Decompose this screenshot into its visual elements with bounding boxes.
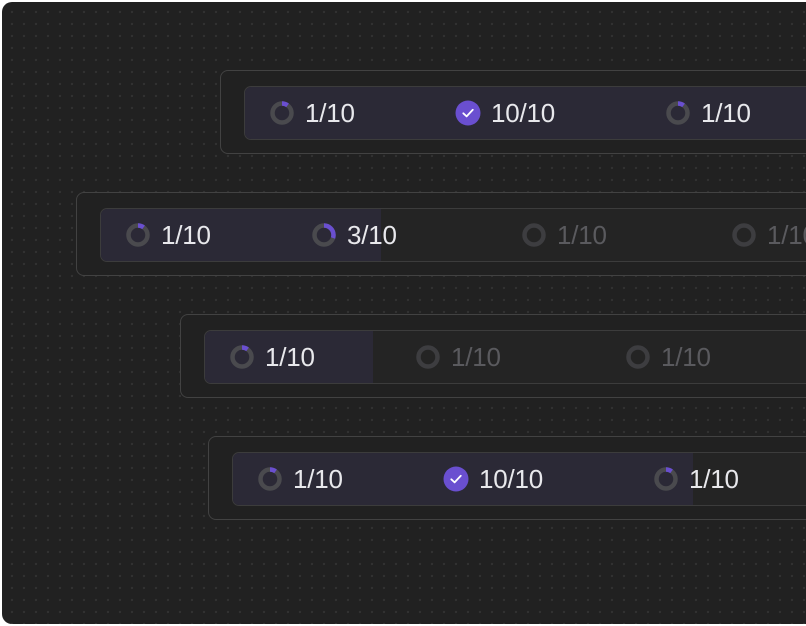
progress-step: 1/10 xyxy=(269,87,355,139)
step-count-label: 1/10 xyxy=(161,219,211,250)
progress-step: 1/10 xyxy=(521,209,607,261)
progress-ring-icon xyxy=(312,223,336,247)
progress-ring-icon xyxy=(258,467,282,491)
progress-step: 1/10 xyxy=(665,87,751,139)
progress-step: 1/10 xyxy=(731,209,806,261)
progress-track: 1/10 1/10 1/10 xyxy=(204,330,806,384)
check-circle-icon xyxy=(455,100,481,126)
progress-ring-icon xyxy=(522,223,546,247)
progress-card: 1/10 3/10 1/10 1/10 xyxy=(76,192,806,276)
step-count-label: 1/10 xyxy=(689,463,739,494)
progress-ring-icon xyxy=(732,223,756,247)
check-circle-icon xyxy=(443,466,469,492)
progress-step: 10/10 xyxy=(455,87,555,139)
progress-track: 1/10 10/10 1/10 xyxy=(244,86,806,140)
progress-step: 1/10 xyxy=(415,331,501,383)
step-count-label: 3/10 xyxy=(347,219,397,250)
progress-card: 1/10 1/10 1/10 xyxy=(180,314,806,398)
step-count-label: 1/10 xyxy=(451,341,501,372)
canvas-background: 1/1010/101/10 1/103/101/101/10 1/101/101… xyxy=(2,2,806,624)
progress-ring-icon xyxy=(626,345,650,369)
progress-step: 3/10 xyxy=(311,209,397,261)
progress-step: 10/10 xyxy=(443,453,543,505)
step-count-label: 1/10 xyxy=(701,97,751,128)
step-count-label: 1/10 xyxy=(293,463,343,494)
progress-step: 1/10 xyxy=(653,453,739,505)
step-count-label: 1/10 xyxy=(265,341,315,372)
progress-track: 1/10 10/10 1/10 xyxy=(232,452,806,506)
progress-track: 1/10 3/10 1/10 1/10 xyxy=(100,208,806,262)
progress-ring-icon xyxy=(654,467,678,491)
progress-ring-icon xyxy=(126,223,150,247)
progress-card: 1/10 10/10 1/10 xyxy=(220,70,806,154)
progress-card: 1/10 10/10 1/10 xyxy=(208,436,806,520)
step-count-label: 1/10 xyxy=(767,219,806,250)
step-count-label: 1/10 xyxy=(661,341,711,372)
progress-ring-icon xyxy=(270,101,294,125)
progress-ring-icon xyxy=(416,345,440,369)
progress-step: 1/10 xyxy=(125,209,211,261)
step-count-label: 10/10 xyxy=(479,463,544,494)
step-count-label: 1/10 xyxy=(305,97,355,128)
progress-ring-icon xyxy=(230,345,254,369)
progress-ring-icon xyxy=(666,101,690,125)
progress-step: 1/10 xyxy=(229,331,315,383)
progress-step: 1/10 xyxy=(257,453,343,505)
progress-step: 1/10 xyxy=(625,331,711,383)
step-count-label: 1/10 xyxy=(557,219,607,250)
step-count-label: 10/10 xyxy=(491,97,556,128)
